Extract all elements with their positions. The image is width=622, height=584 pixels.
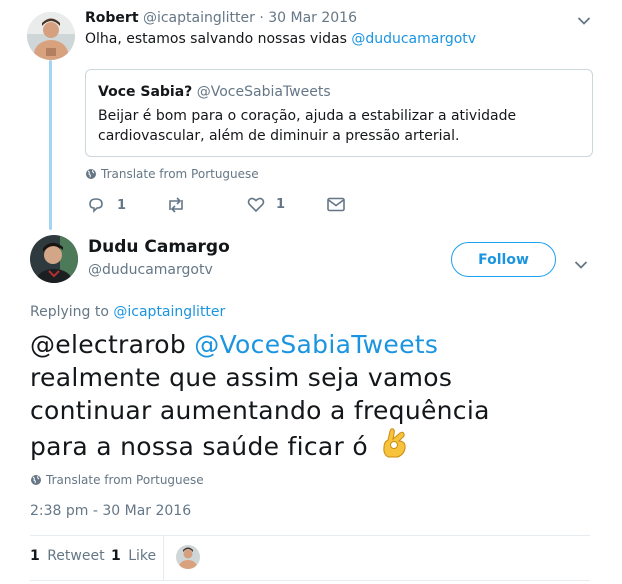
- reply-mention[interactable]: @duducamargotv: [351, 31, 476, 47]
- liker-avatar[interactable]: [176, 545, 200, 569]
- replying-to-label: Replying to: [30, 304, 109, 320]
- reply-action-like[interactable]: 1: [247, 196, 285, 213]
- reply-translate-label: Translate from Portuguese: [101, 167, 259, 181]
- reply-author-handle[interactable]: @icaptainglitter: [143, 10, 255, 26]
- reply-date[interactable]: 30 Mar 2016: [268, 10, 357, 26]
- reply-text: Olha, estamos salvando nossas vidas @dud…: [85, 31, 476, 47]
- quoted-author-handle: @VoceSabiaTweets: [196, 84, 331, 100]
- main-author-handle[interactable]: @duducamargotv: [88, 262, 213, 278]
- avatar-dudu[interactable]: [30, 235, 78, 283]
- stats-divider-top: [30, 535, 590, 536]
- retweet-stat[interactable]: 1 Retweet: [30, 548, 105, 564]
- globe-icon: [86, 169, 96, 179]
- ok-hand-emoji: [380, 427, 410, 467]
- quoted-text-line: cardiovascular, além de diminuir a press…: [98, 128, 460, 144]
- main-author-name[interactable]: Dudu Camargo: [88, 237, 230, 257]
- reply-separator: ·: [259, 10, 264, 26]
- reply-action-message[interactable]: [327, 197, 345, 212]
- globe-icon: [31, 475, 41, 485]
- quoted-tweet-card[interactable]: Voce Sabia? @VoceSabiaTweets Beijar é bo…: [85, 69, 593, 157]
- avatar-robert[interactable]: [27, 12, 75, 60]
- reply-icon: [89, 198, 103, 213]
- retweet-count: 1: [30, 548, 40, 564]
- retweet-label: Retweet: [47, 548, 105, 564]
- like-stat[interactable]: 1 Like: [111, 548, 156, 564]
- quoted-author-name: Voce Sabia?: [98, 84, 193, 100]
- replying-to: Replying to @icaptainglitter: [30, 304, 225, 320]
- like-count: 1: [111, 548, 121, 564]
- replying-to-handle[interactable]: @icaptainglitter: [113, 304, 225, 320]
- more-options-icon[interactable]: [577, 11, 591, 30]
- stats-divider-bottom: [30, 580, 590, 581]
- reply-like-count: 1: [276, 197, 286, 212]
- reply-count: 1: [117, 197, 127, 213]
- stats-vertical-divider: [163, 536, 164, 580]
- main-text-line: para a nossa saúde ficar ó: [30, 432, 368, 461]
- envelope-icon: [327, 197, 345, 212]
- quoted-header: Voce Sabia? @VoceSabiaTweets: [98, 84, 331, 100]
- follow-button[interactable]: Follow: [451, 242, 556, 277]
- retweet-icon: [169, 197, 183, 213]
- main-timestamp[interactable]: 2:38 pm - 30 Mar 2016: [30, 503, 191, 519]
- reply-text-body: Olha, estamos salvando nossas vidas: [85, 31, 347, 47]
- main-translate-link[interactable]: Translate from Portuguese: [30, 473, 204, 487]
- reply-author-name[interactable]: Robert: [85, 10, 139, 26]
- heart-icon: [247, 197, 265, 213]
- reply-header: Robert @icaptainglitter · 30 Mar 2016: [85, 10, 357, 26]
- main-text-line: realmente que assim seja vamos: [30, 363, 453, 392]
- reply-translate-link[interactable]: Translate from Portuguese: [85, 167, 259, 181]
- like-label: Like: [128, 548, 157, 564]
- reply-action-retweet[interactable]: [166, 196, 186, 214]
- main-tweet-text: @electrarob @VoceSabiaTweets realmente q…: [30, 328, 600, 467]
- main-mention-electrarob[interactable]: @electrarob: [30, 330, 186, 359]
- thread-line: [49, 60, 52, 230]
- main-more-options-icon[interactable]: [574, 255, 588, 274]
- quoted-text: Beijar é bom para o coração, ajuda a est…: [98, 106, 516, 146]
- main-translate-label: Translate from Portuguese: [46, 473, 204, 487]
- main-mention-vocesabia[interactable]: @VoceSabiaTweets: [194, 330, 438, 359]
- reply-action-reply[interactable]: 1: [87, 196, 126, 214]
- quoted-text-line: Beijar é bom para o coração, ajuda a est…: [98, 108, 517, 124]
- main-text-line: continuar aumentando a frequência: [30, 396, 490, 425]
